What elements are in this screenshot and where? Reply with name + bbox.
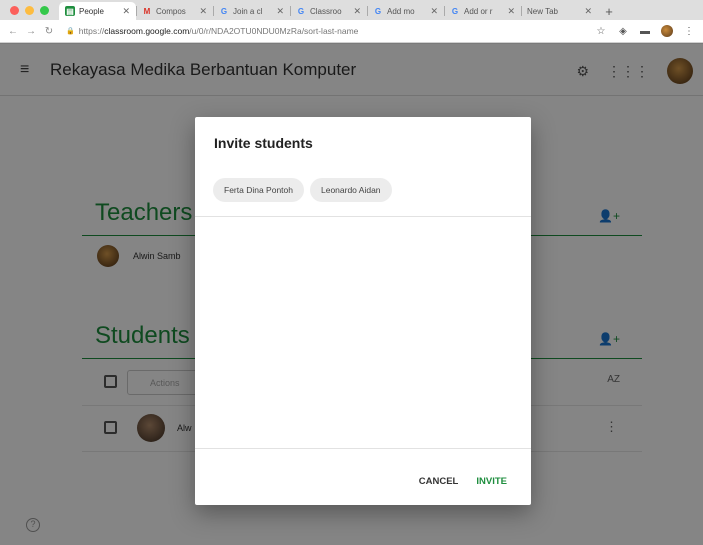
browser-tab[interactable]: G Add or r ✕: [444, 2, 521, 20]
cancel-button[interactable]: CANCEL: [419, 476, 459, 487]
browser-toolbar: ← → ↻ 🔒 https://classroom.google.com/u/0…: [0, 20, 703, 43]
google-icon: G: [374, 6, 382, 16]
browser-tab[interactable]: M Compos ✕: [136, 2, 213, 20]
profile-avatar[interactable]: [659, 23, 675, 39]
extension-icon[interactable]: ◈: [615, 23, 631, 39]
forward-icon[interactable]: →: [24, 26, 38, 37]
url-host: classroom.google.com: [104, 26, 190, 36]
classroom-icon: ▤: [65, 6, 75, 16]
star-icon[interactable]: ☆: [593, 23, 609, 39]
tab-close-icon[interactable]: ✕: [353, 6, 361, 17]
close-window-button[interactable]: [10, 5, 19, 15]
dialog-title: Invite students: [214, 135, 313, 151]
browser-tab[interactable]: G Classroo ✕: [290, 2, 367, 20]
tab-close-icon[interactable]: ✕: [584, 6, 592, 17]
back-icon[interactable]: ←: [6, 26, 20, 37]
tab-label: New Tab: [527, 6, 558, 16]
browser-tabstrip: ▤ People ✕ M Compos ✕ G Join a cl ✕ G Cl…: [0, 0, 703, 20]
tab-close-icon[interactable]: ✕: [122, 6, 130, 17]
minimize-window-button[interactable]: [25, 5, 34, 15]
tab-close-icon[interactable]: ✕: [507, 6, 515, 17]
google-icon: G: [297, 6, 305, 16]
new-tab-button[interactable]: +: [598, 2, 620, 20]
divider: [195, 448, 531, 449]
tab-close-icon[interactable]: ✕: [199, 6, 207, 17]
address-bar[interactable]: 🔒 https://classroom.google.com/u/0/r/NDA…: [60, 23, 587, 40]
selected-students-chips: Ferta Dina Pontoh Leonardo Aidan: [213, 178, 392, 202]
tab-label: Compos: [156, 6, 186, 16]
lock-icon: 🔒: [66, 28, 75, 35]
tab-label: People: [79, 6, 104, 16]
reload-icon[interactable]: ↻: [42, 26, 56, 37]
tab-label: Classroo: [310, 6, 342, 16]
tab-close-icon[interactable]: ✕: [430, 6, 438, 17]
browser-tab[interactable]: New Tab ✕: [521, 2, 598, 20]
browser-tab[interactable]: G Add mo ✕: [367, 2, 444, 20]
browser-menu-icon[interactable]: ⋮: [681, 23, 697, 39]
url-path: /u/0/r/NDA2OTU0NDU0MzRa/sort-last-name: [189, 26, 359, 36]
browser-tab[interactable]: G Join a cl ✕: [213, 2, 290, 20]
google-icon: G: [220, 6, 228, 16]
url-scheme: https://: [78, 26, 105, 36]
student-chip[interactable]: Leonardo Aidan: [309, 178, 392, 202]
tab-label: Join a cl: [233, 6, 263, 16]
browser-tab[interactable]: ▤ People ✕: [59, 2, 136, 20]
tab-label: Add mo: [387, 6, 415, 16]
window-controls: [0, 0, 59, 20]
extension-icon[interactable]: ▬: [637, 23, 653, 39]
tab-close-icon[interactable]: ✕: [276, 6, 284, 17]
gmail-icon: M: [143, 6, 151, 16]
invite-button[interactable]: INVITE: [476, 476, 507, 487]
divider: [195, 216, 531, 217]
invite-students-dialog: Invite students Ferta Dina Pontoh Leonar…: [195, 117, 531, 505]
dialog-actions: CANCEL INVITE: [419, 476, 507, 487]
maximize-window-button[interactable]: [40, 5, 49, 15]
student-chip[interactable]: Ferta Dina Pontoh: [213, 178, 304, 202]
google-icon: G: [451, 6, 459, 16]
tab-label: Add or r: [464, 6, 493, 16]
